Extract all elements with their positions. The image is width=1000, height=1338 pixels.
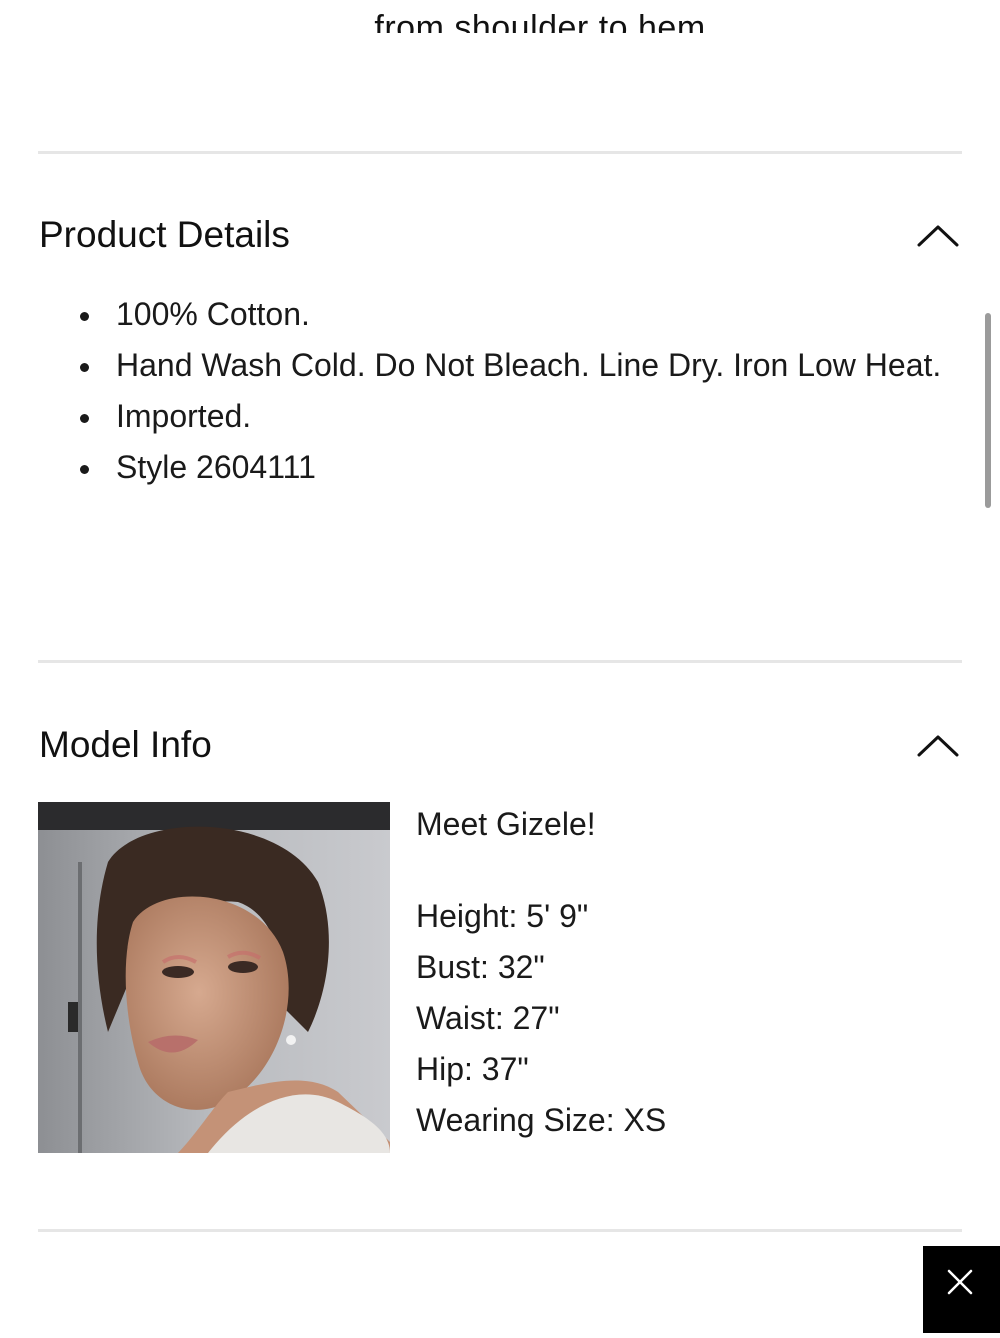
section-divider [38,660,962,663]
size-guide-note: from shoulder to hem. [0,0,1000,33]
list-item: Hand Wash Cold. Do Not Bleach. Line Dry.… [76,340,946,391]
model-stat: Waist: 27" [416,1000,560,1036]
product-details-list: 100% Cotton. Hand Wash Cold. Do Not Blea… [76,289,946,493]
model-description: Meet Gizele! Height: 5' 9" Bust: 32" Wai… [416,802,956,1146]
list-item: Imported. [76,391,946,442]
model-stat: Height: 5' 9" [416,898,589,934]
model-greeting: Meet Gizele! [416,806,596,842]
section-divider [38,151,962,154]
chevron-up-icon[interactable] [916,220,960,250]
list-item: 100% Cotton. [76,289,946,340]
chevron-up-icon[interactable] [916,730,960,760]
model-photo [38,802,390,1153]
close-icon [947,1269,973,1295]
model-stat: Bust: 32" [416,949,545,985]
model-info-title[interactable]: Model Info [39,723,212,767]
size-guide-note-text: from shoulder to hem. [374,9,716,33]
list-item: Style 2604111 [76,442,946,493]
scrollbar-thumb[interactable] [985,313,991,508]
section-divider [38,1229,962,1232]
model-stat: Hip: 37" [416,1051,529,1087]
model-stat: Wearing Size: XS [416,1102,667,1138]
product-details-title[interactable]: Product Details [39,213,290,257]
close-button[interactable] [923,1246,1000,1333]
